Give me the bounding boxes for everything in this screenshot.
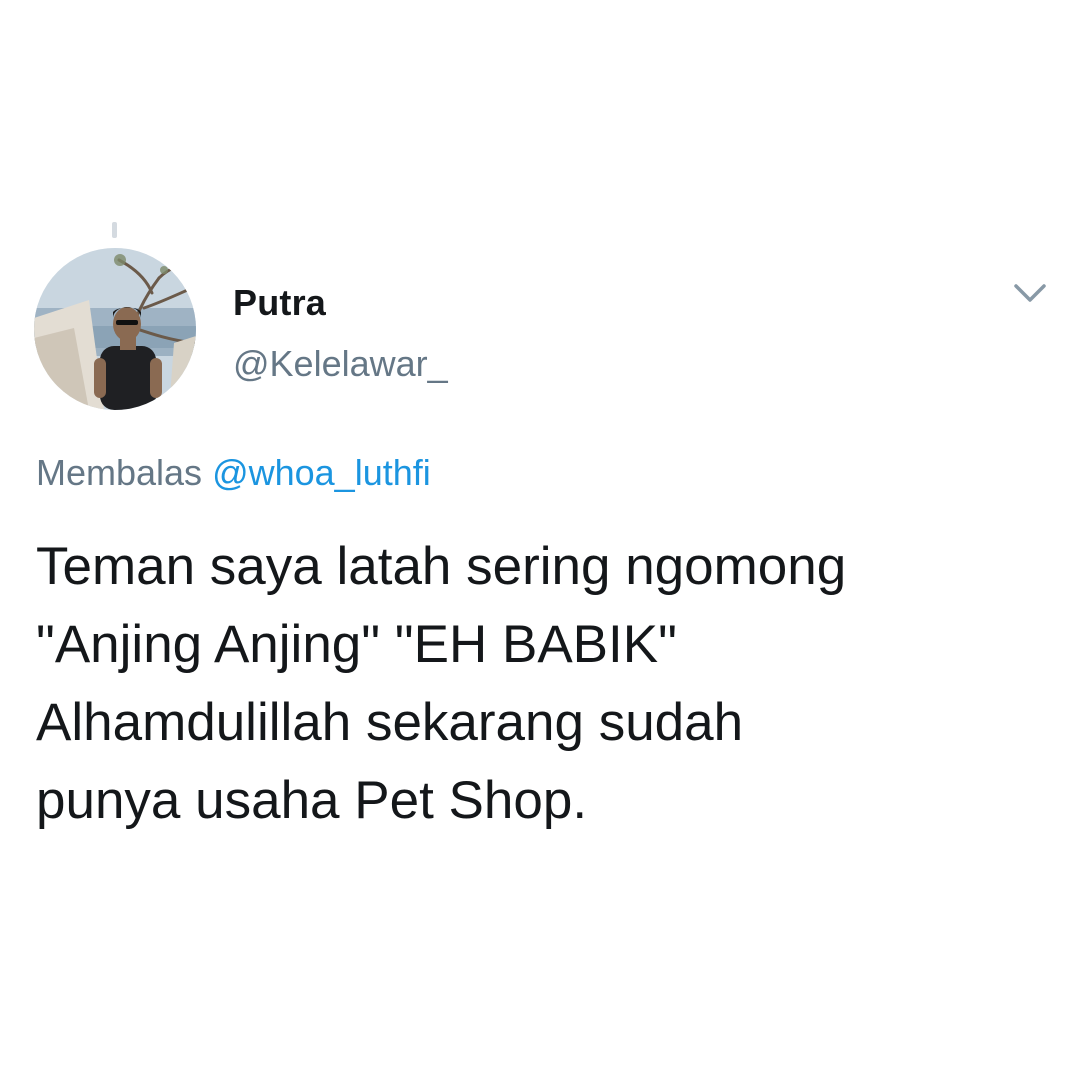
thread-connector-line (112, 222, 117, 238)
tweet-text-line: Teman saya latah sering ngomong (36, 537, 847, 596)
tweet-text-line: punya usaha Pet Shop. (36, 771, 588, 830)
author-display-name[interactable]: Putra (233, 282, 326, 324)
chevron-down-icon[interactable] (1010, 278, 1050, 308)
tweet-text-line: "Anjing Anjing" "EH BABIK" (36, 615, 677, 674)
tweet-text-line: Alhamdulillah sekarang sudah (36, 693, 744, 752)
avatar[interactable] (34, 248, 196, 410)
tweet-screenshot: Putra @Kelelawar_ Membalas @whoa_luthfi … (0, 0, 1080, 1080)
reply-context: Membalas @whoa_luthfi (36, 452, 431, 494)
author-handle[interactable]: @Kelelawar_ (233, 343, 448, 385)
reply-prefix: Membalas (36, 452, 203, 493)
tweet-text: Teman saya latah sering ngomong "Anjing … (36, 528, 1056, 840)
reply-mention-link[interactable]: @whoa_luthfi (212, 452, 431, 493)
avatar-photo (34, 248, 196, 410)
